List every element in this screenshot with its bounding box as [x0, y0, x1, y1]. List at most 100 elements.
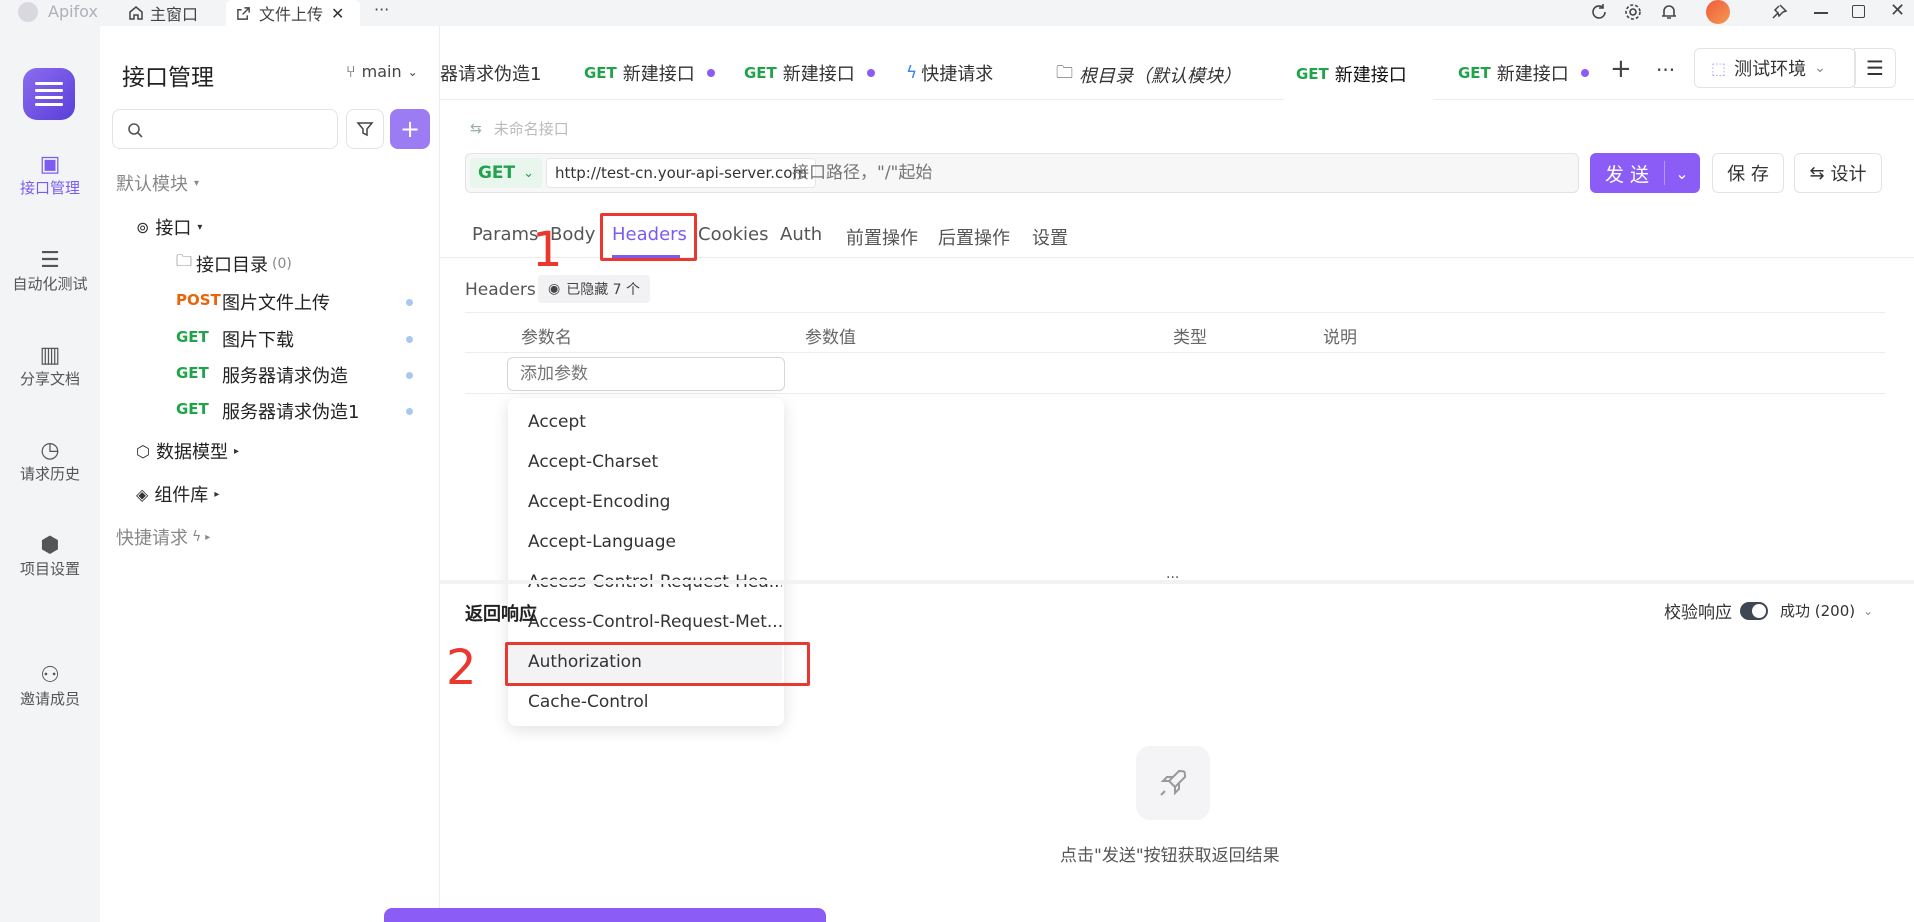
rail-item-settings[interactable]: ⬢ 项目设置: [0, 533, 100, 593]
endpoint-item[interactable]: GET 服务器请求伪造1: [176, 396, 426, 426]
chevron-down-icon: ⌄: [1814, 60, 1826, 76]
plus-icon: +: [399, 115, 421, 143]
request-name[interactable]: ⇆ 未命名接口: [470, 118, 569, 139]
validate-response[interactable]: 校验响应: [1664, 598, 1768, 623]
chevron-down-icon[interactable]: ⌄: [1665, 164, 1699, 183]
gear-icon[interactable]: [1624, 3, 1642, 21]
request-tab[interactable]: ϟ 快捷请求: [906, 60, 993, 86]
app-name: Apifox: [48, 2, 98, 21]
request-tab[interactable]: GET 新建接口: [1458, 60, 1589, 86]
tab-more-button[interactable]: ···: [1656, 58, 1675, 82]
save-button[interactable]: 保 存: [1712, 153, 1784, 193]
request-tab-active[interactable]: GET 新建接口: [1284, 48, 1434, 100]
rail-item-api[interactable]: ▣ 接口管理: [0, 152, 100, 212]
method-badge: GET: [176, 400, 209, 418]
restore-icon[interactable]: [1852, 5, 1865, 18]
new-tab-button[interactable]: +: [1610, 54, 1632, 84]
endpoint-item[interactable]: GET 服务器请求伪造: [176, 360, 426, 390]
rail-item-docs[interactable]: ▥ 分享文档: [0, 343, 100, 403]
filter-button[interactable]: [346, 109, 384, 149]
tab-post-ops[interactable]: 后置操作: [938, 224, 1010, 250]
rail-item-invite[interactable]: ⚇ 邀请成员: [0, 663, 100, 723]
request-tab[interactable]: 🗀 根目录（默认模块）: [1056, 60, 1241, 89]
api-folder-label: 接口: [155, 218, 192, 239]
book-icon: ▥: [39, 343, 61, 368]
close-window-icon[interactable]: ✕: [1890, 0, 1905, 21]
caret-down-icon: ▾: [197, 221, 203, 233]
path-input[interactable]: [792, 158, 1432, 188]
quick-request-label: 快捷请求: [116, 528, 188, 549]
status-dot: [406, 408, 413, 415]
tab-label: 新建接口: [622, 64, 695, 85]
method-select[interactable]: GET ⌄: [470, 158, 542, 188]
dropdown-option[interactable]: Accept: [508, 402, 782, 442]
tab-home[interactable]: 主窗口: [128, 0, 198, 26]
validate-toggle[interactable]: [1740, 601, 1768, 620]
method-badge: GET: [176, 328, 209, 346]
rail-item-history[interactable]: ◷ 请求历史: [0, 438, 100, 498]
left-rail: ▣ 接口管理 ☰ 自动化测试 ▥ 分享文档 ◷ 请求历史 ⬢ 项目设置 ⚇ 邀请…: [0, 26, 100, 922]
project-logo-icon[interactable]: [23, 68, 75, 120]
save-label: 保 存: [1727, 164, 1769, 185]
dropdown-option[interactable]: Access-Control-Request-Met...: [508, 602, 782, 642]
endpoint-item[interactable]: GET 图片下载: [176, 324, 426, 354]
data-model-item[interactable]: ⬡ 数据模型 ▸: [136, 438, 239, 464]
minimize-icon[interactable]: [1814, 12, 1828, 14]
bottom-banner[interactable]: [384, 908, 826, 922]
folder-icon: 🗀: [1056, 63, 1073, 83]
menu-button[interactable]: ☰: [1854, 48, 1896, 88]
tab-upload[interactable]: 文件上传 ✕: [226, 0, 360, 26]
components-item[interactable]: ◈ 组件库 ▸: [136, 481, 219, 507]
cube-icon: ⬡: [136, 441, 150, 461]
hidden-count: 已隐藏 7 个: [566, 282, 641, 298]
dir-item[interactable]: 🗀 接口目录 (0): [176, 250, 292, 277]
sidebar-search[interactable]: [112, 109, 338, 149]
components-label: 组件库: [154, 485, 209, 506]
splitter-handle-icon[interactable]: ···: [1166, 570, 1179, 586]
refresh-icon[interactable]: [1590, 3, 1608, 21]
avatar[interactable]: [1706, 0, 1730, 24]
default-module[interactable]: 默认模块 ▾: [116, 170, 199, 196]
pin-icon[interactable]: [1770, 3, 1788, 21]
api-folder-icon: ⊚: [136, 217, 150, 237]
tab-label: 器请求伪造1: [440, 64, 542, 85]
lightning-icon: ϟ: [906, 63, 918, 83]
add-param-input[interactable]: [507, 357, 785, 391]
dropdown-option[interactable]: Accept-Encoding: [508, 482, 782, 522]
rail-item-automation[interactable]: ☰ 自动化测试: [0, 248, 100, 308]
env-selector[interactable]: ⬚ 测试环境 ⌄: [1694, 48, 1856, 88]
hidden-headers-badge[interactable]: ◉ 已隐藏 7 个: [538, 275, 651, 303]
tab-cookies[interactable]: Cookies: [698, 224, 768, 245]
api-name-icon: ⇆: [470, 120, 482, 137]
rail-label: 邀请成员: [19, 690, 80, 708]
tab-pre-ops[interactable]: 前置操作: [846, 224, 918, 250]
endpoint-item[interactable]: POST 图片文件上传: [176, 287, 426, 317]
branch-selector[interactable]: ⑂ main ⌄: [346, 62, 418, 81]
dropdown-option[interactable]: Accept-Language: [508, 522, 782, 562]
base-url[interactable]: http://test-cn.your-api-server.com: [546, 158, 817, 188]
add-button[interactable]: +: [390, 109, 430, 149]
more-tabs-button[interactable]: ···: [374, 0, 389, 19]
headers-table-header: 参数名 参数值 类型 说明: [465, 312, 1885, 353]
tab-params[interactable]: Params: [472, 224, 538, 245]
request-tab[interactable]: GET 新建接口: [744, 60, 875, 86]
quick-request-item[interactable]: 快捷请求 ϟ ▸: [116, 524, 210, 550]
design-button[interactable]: ⇆ 设计: [1794, 153, 1882, 193]
rail-label: 项目设置: [19, 560, 80, 578]
eye-icon: ◉: [548, 281, 561, 297]
tab-home-label: 主窗口: [150, 5, 199, 24]
tab-settings[interactable]: 设置: [1032, 224, 1068, 250]
api-folder[interactable]: ⊚ 接口 ▾: [136, 214, 202, 240]
send-button[interactable]: 发 送 ⌄: [1590, 153, 1700, 193]
request-tab[interactable]: 器请求伪造1: [440, 60, 541, 86]
dropdown-option[interactable]: Cache-Control: [508, 682, 782, 722]
tab-auth[interactable]: Auth: [780, 224, 822, 245]
validate-label: 校验响应: [1664, 603, 1732, 623]
col-description: 说明: [1323, 328, 1357, 348]
response-status-select[interactable]: 成功 (200) ⌄: [1780, 600, 1873, 621]
bell-icon[interactable]: [1660, 3, 1678, 21]
close-icon[interactable]: ✕: [331, 4, 344, 23]
request-tab[interactable]: GET 新建接口: [584, 60, 715, 86]
dropdown-option[interactable]: Accept-Charset: [508, 442, 782, 482]
default-module-label: 默认模块: [116, 174, 188, 195]
